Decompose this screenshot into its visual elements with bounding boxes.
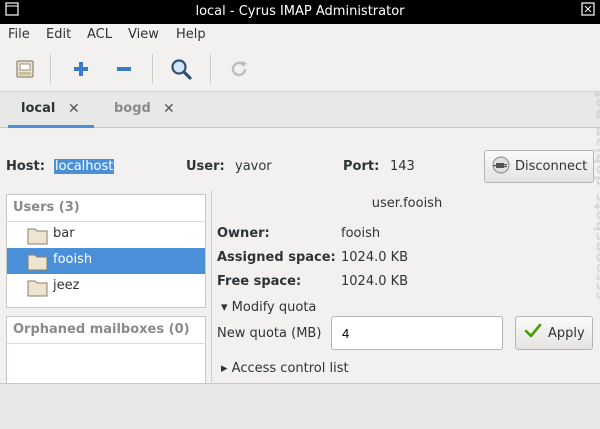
- open-server-icon[interactable]: [10, 54, 40, 84]
- toolbar: [0, 46, 600, 92]
- user-item-fooish[interactable]: fooish: [7, 248, 205, 274]
- folder-icon: [27, 251, 49, 275]
- expanded-arrow-icon: ▾: [221, 300, 228, 315]
- menu-edit[interactable]: Edit: [46, 27, 71, 42]
- toolbar-separator: [152, 54, 153, 84]
- port-value: 143: [390, 159, 415, 174]
- remove-icon[interactable]: [109, 54, 139, 84]
- menu-help[interactable]: Help: [176, 27, 206, 42]
- user-value: yavor: [235, 159, 272, 174]
- toolbar-separator: [50, 54, 51, 84]
- user-item-jeez[interactable]: jeez: [7, 274, 205, 300]
- add-icon[interactable]: [66, 54, 96, 84]
- user-name: jeez: [53, 278, 80, 293]
- user-item-bar[interactable]: bar: [7, 222, 205, 248]
- checkmark-icon: [524, 322, 542, 344]
- new-quota-input[interactable]: [331, 316, 503, 350]
- menu-view[interactable]: View: [128, 27, 159, 42]
- orphaned-header: Orphaned mailboxes (0): [13, 322, 190, 337]
- port-label: Port:: [343, 159, 380, 174]
- users-list[interactable]: Users (3) bar fooish jeez: [6, 194, 206, 308]
- users-header: Users (3): [13, 200, 80, 215]
- owner-label: Owner:: [217, 226, 270, 241]
- free-space-label: Free space:: [217, 274, 302, 289]
- new-quota-label: New quota (MB): [217, 326, 322, 341]
- acl-label: Access control list: [231, 361, 349, 376]
- refresh-icon[interactable]: [224, 54, 254, 84]
- window-titlebar: local - Cyrus IMAP Administrator: [0, 0, 600, 24]
- window-title: local - Cyrus IMAP Administrator: [195, 4, 405, 19]
- server-panel: Host: localhost User: yavor Port: 143 Di…: [0, 128, 600, 384]
- connection-info: Host: localhost User: yavor Port: 143 Di…: [0, 128, 600, 188]
- modify-quota-expander[interactable]: ▾ Modify quota: [221, 300, 316, 315]
- user-name: bar: [53, 226, 75, 241]
- close-tab-icon[interactable]: ✕: [163, 101, 175, 117]
- folder-icon: [27, 225, 49, 249]
- header-divider: [7, 343, 205, 344]
- assigned-space-value: 1024.0 KB: [341, 250, 409, 265]
- search-icon[interactable]: [166, 54, 196, 84]
- access-control-list-expander[interactable]: ▸ Access control list: [221, 361, 349, 376]
- tab-local[interactable]: local ✕: [8, 92, 94, 128]
- watermark-text: screenshots.debian.net: [591, 89, 600, 300]
- menu-acl[interactable]: ACL: [87, 27, 112, 42]
- assigned-space-label: Assigned space:: [217, 250, 336, 265]
- host-value[interactable]: localhost: [54, 159, 115, 174]
- server-tabs: local ✕ bogd ✕: [0, 92, 600, 128]
- watermark: screenshots.debian.net: [553, 90, 600, 330]
- user-label: User:: [186, 159, 225, 174]
- mailbox-details: user.fooish Owner: fooish Assigned space…: [217, 190, 597, 382]
- mailbox-name: user.fooish: [371, 196, 443, 211]
- user-name: fooish: [53, 252, 93, 267]
- close-tab-icon[interactable]: ✕: [68, 101, 80, 117]
- modify-quota-label: Modify quota: [231, 300, 317, 315]
- toolbar-separator: [210, 54, 211, 84]
- plug-icon: [491, 155, 511, 179]
- menu-file[interactable]: File: [8, 27, 30, 42]
- tab-label: local: [21, 101, 56, 116]
- tab-label: bogd: [114, 101, 151, 116]
- close-icon[interactable]: [578, 2, 598, 22]
- host-label: Host:: [6, 159, 45, 174]
- free-space-value: 1024.0 KB: [341, 274, 409, 289]
- owner-value: fooish: [341, 226, 381, 241]
- left-pane: Users (3) bar fooish jeez Orphaned mailb…: [6, 194, 206, 384]
- pane-divider[interactable]: [211, 190, 212, 382]
- collapsed-arrow-icon: ▸: [221, 361, 228, 376]
- menu-bar: File Edit ACL View Help: [0, 24, 600, 46]
- tab-bogd[interactable]: bogd ✕: [100, 92, 190, 128]
- status-bar: [0, 383, 600, 429]
- orphaned-mailboxes-list[interactable]: Orphaned mailboxes (0): [6, 316, 206, 384]
- folder-icon: [27, 277, 49, 301]
